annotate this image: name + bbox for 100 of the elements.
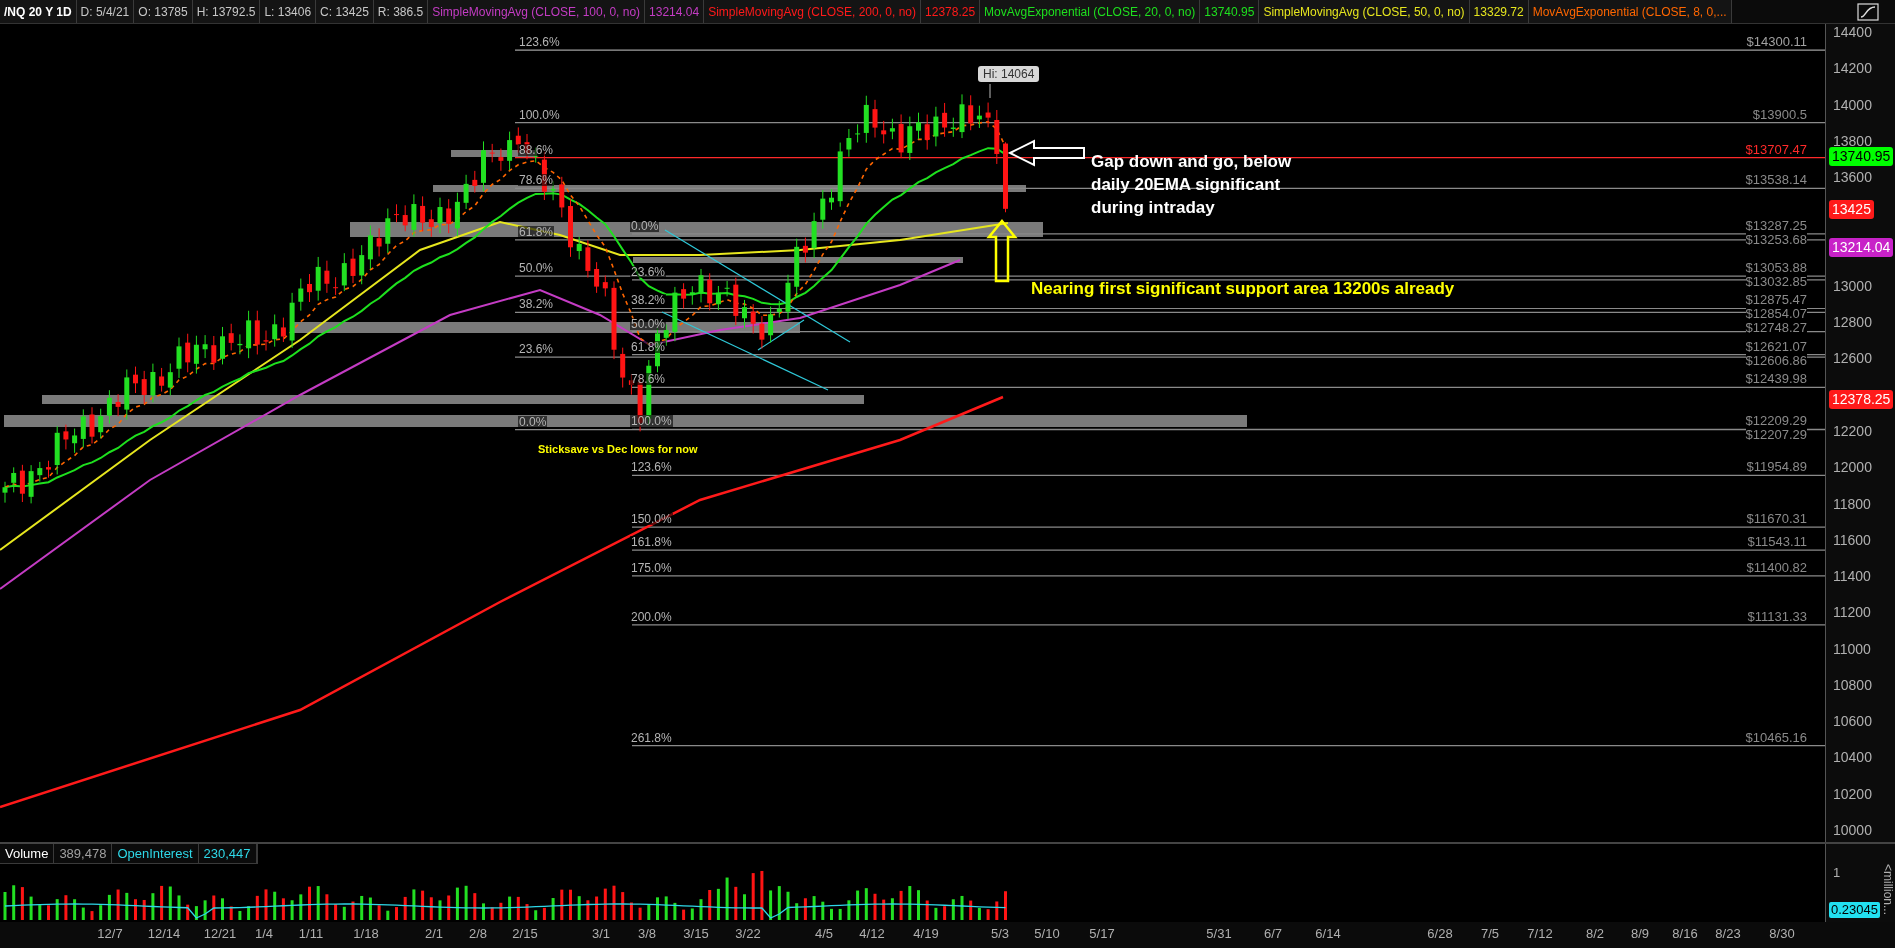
price-tick-label: 10400: [1833, 750, 1872, 765]
candlestick: [463, 174, 469, 210]
fib-price-label: $13287.25: [1745, 218, 1807, 232]
price-tick-label: 10600: [1833, 714, 1872, 729]
price-tick-label: 13000: [1833, 278, 1872, 293]
candlestick: [829, 188, 834, 211]
candlestick: [663, 324, 669, 347]
candlestick: [794, 238, 800, 297]
candlestick: [193, 335, 199, 375]
fib-price-label: $11400.82: [1746, 560, 1807, 574]
price-tick-label: 11400: [1833, 569, 1871, 584]
date-tick-label: 7/5: [1480, 927, 1500, 940]
open-interest-value: 230,447: [198, 844, 257, 863]
fib-price-label: $13053.88: [1745, 261, 1807, 275]
candlestick: [785, 274, 791, 320]
price-tick-label: 12000: [1833, 460, 1872, 475]
candlestick: [472, 170, 478, 194]
date-tick-label: 1/18: [353, 927, 379, 940]
candlestick: [498, 148, 504, 172]
candlestick: [733, 277, 739, 326]
price-tick-label: 11200: [1833, 605, 1871, 620]
candlestick: [385, 207, 391, 254]
quote-field: D: 5/4/21: [76, 0, 135, 23]
price-tick-label: 12800: [1833, 315, 1872, 330]
date-tick-label: 5/3: [990, 927, 1010, 940]
date-tick-label: 6/7: [1263, 927, 1283, 940]
fib-price-label: $12209.29: [1745, 414, 1807, 428]
price-tick-label: 14200: [1833, 61, 1872, 76]
candlestick: [394, 203, 399, 223]
candlestick: [211, 335, 217, 371]
candlestick: [106, 389, 112, 425]
study-value: 13214.04: [645, 0, 705, 23]
fib-percent-label: 61.8%: [518, 225, 555, 238]
date-tick-label: 2/8: [468, 927, 488, 940]
open-interest-label: OpenInterest: [112, 844, 199, 863]
candlestick: [698, 268, 704, 303]
candlestick: [950, 117, 956, 138]
curve-icon[interactable]: [1856, 2, 1879, 21]
fib-percent-label: 0.0%: [630, 219, 660, 232]
candlestick: [620, 347, 626, 388]
annotation-text: Sticksave vs Dec lows for now: [538, 442, 698, 457]
volume-badge: 0.23045: [1829, 902, 1880, 918]
candlestick: [715, 285, 721, 311]
date-tick-label: 8/23: [1715, 927, 1741, 940]
price-tick-label: 14400: [1833, 25, 1872, 39]
price-tick-label: 11000: [1833, 641, 1871, 656]
fib-price-label: $12606.86: [1745, 353, 1807, 367]
date-tick-label: 5/31: [1206, 927, 1232, 940]
price-tick-label: 12600: [1833, 351, 1872, 366]
candlestick: [72, 428, 78, 454]
candlestick: [280, 317, 286, 343]
candlestick: [263, 330, 269, 352]
fib-percent-label: 261.8%: [630, 731, 673, 744]
candlestick: [889, 118, 895, 140]
annotation-text: Nearing first significant support area 13200s already: [1031, 278, 1455, 300]
candlestick: [185, 333, 191, 373]
candlestick: [272, 314, 278, 348]
candlestick: [176, 337, 182, 379]
leader-line: [989, 83, 991, 99]
study-value: 13740.95: [1200, 0, 1260, 23]
price-tick-label: 12200: [1833, 424, 1872, 438]
date-tick-label: 6/28: [1427, 927, 1453, 940]
candlestick: [863, 95, 869, 144]
candlestick: [167, 363, 173, 396]
price-badge: 13425: [1829, 199, 1874, 219]
fib-percent-label: 100.0%: [518, 108, 561, 121]
up-arrow: [986, 219, 1018, 283]
price-tick-label: 11600: [1833, 532, 1871, 547]
candlestick: [959, 93, 965, 139]
candlestick: [315, 256, 321, 302]
date-tick-label: 1/4: [254, 927, 274, 940]
candlestick: [28, 464, 34, 504]
volume-label: Volume: [0, 844, 55, 863]
fib-percent-label: 175.0%: [630, 561, 673, 574]
candlestick: [559, 176, 565, 218]
date-tick-label: 2/15: [512, 927, 538, 940]
candlestick: [933, 106, 939, 147]
candlestick: [994, 109, 1000, 165]
fib-price-label: $13538.14: [1745, 173, 1807, 187]
study-label: MovAvgExponential (CLOSE, 20, 0, no): [980, 0, 1201, 23]
volume-tick-label: 1: [1833, 866, 1841, 879]
price-tick-label: 10200: [1833, 786, 1872, 801]
candlestick: [489, 143, 495, 163]
candlestick: [11, 466, 17, 493]
candlestick: [507, 131, 513, 171]
quote-field: L: 13406: [260, 0, 317, 23]
candlestick: [515, 126, 521, 154]
fib-percent-label: 161.8%: [630, 536, 673, 549]
fib-price-label: $12854.07: [1745, 307, 1807, 321]
date-tick-label: 3/8: [637, 927, 657, 940]
symbol-label: /NQ 20 Y 1D: [0, 0, 77, 23]
candlestick: [19, 464, 25, 503]
candlestick: [672, 286, 678, 342]
study-label: SimpleMovingAvg (CLOSE, 200, 0, no): [704, 0, 922, 23]
quote-field: O: 13785: [134, 0, 193, 23]
fib-percent-label: 200.0%: [630, 610, 673, 623]
date-tick-label: 5/17: [1089, 927, 1115, 940]
fib-percent-label: 23.6%: [630, 265, 667, 278]
date-tick-label: 4/12: [859, 927, 885, 940]
candlestick: [968, 94, 974, 131]
